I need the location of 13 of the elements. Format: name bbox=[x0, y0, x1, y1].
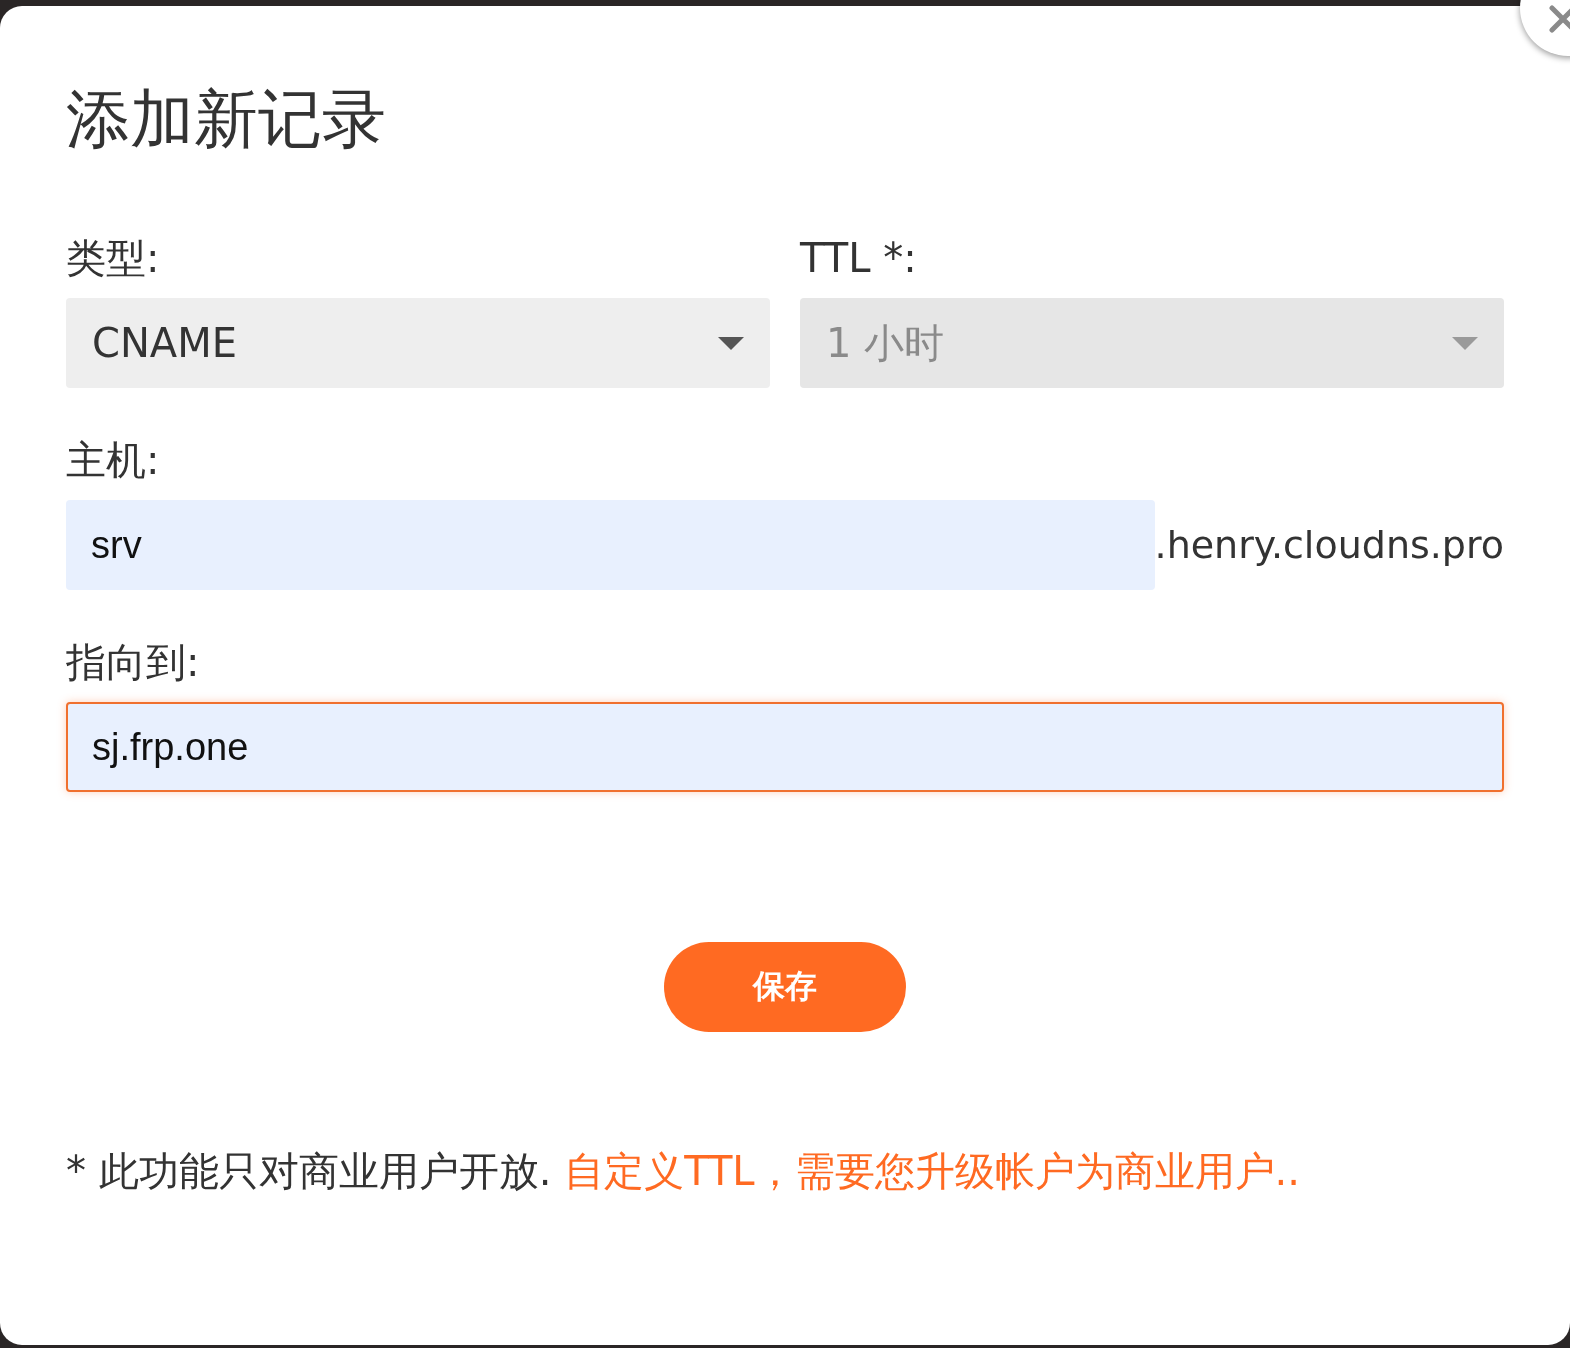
field-label: 类型: bbox=[66, 238, 161, 279]
caret-icon bbox=[718, 336, 744, 350]
field-label: 主机: bbox=[66, 440, 161, 481]
input-field[interactable]: sj.frp.one bbox=[66, 702, 1504, 793]
caret-icon bbox=[1452, 336, 1478, 350]
domain-suffix: .henry.cloudns.pro bbox=[1154, 523, 1504, 568]
close-icon bbox=[1548, 4, 1570, 34]
footnote-text: * 此功能只对商业用户开放. 自定义TTL，需要您升级帐户为商业用户.. bbox=[66, 1147, 1302, 1197]
input-field[interactable]: srv bbox=[66, 500, 1155, 591]
dialog-title: 添加新记录 bbox=[66, 84, 387, 155]
field-label: TTL *: bbox=[800, 238, 918, 279]
select-field[interactable]: CNAME bbox=[66, 298, 770, 389]
field-label: 指向到: bbox=[66, 642, 201, 683]
